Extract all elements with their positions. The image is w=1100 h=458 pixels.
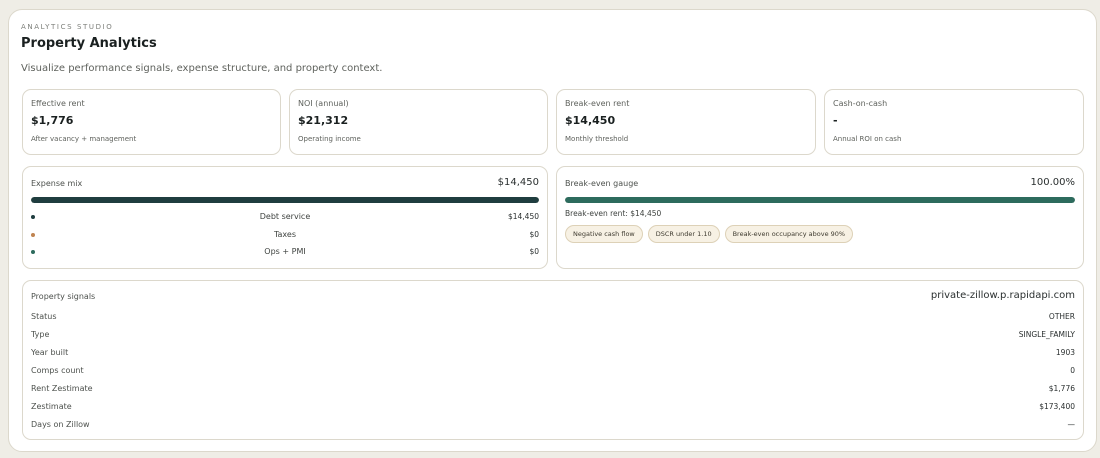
break-even-gauge-bar [565, 197, 1075, 203]
kpi-value: $21,312 [298, 114, 349, 127]
kpi-note: Monthly threshold [565, 135, 629, 143]
signal-row-rent-zestimate: Rent Zestimate $1,776 [31, 384, 1075, 398]
kpi-label: Break-even rent [565, 99, 630, 108]
kpi-value: - [833, 114, 838, 127]
kpi-label: NOI (annual) [298, 99, 349, 108]
signal-key: Comps count [31, 366, 84, 375]
signal-key: Rent Zestimate [31, 384, 93, 393]
break-even-gauge-card: Break-even gauge 100.00% Break-even rent… [556, 166, 1084, 269]
signal-key: Year built [31, 348, 69, 357]
page-subtitle: Visualize performance signals, expense s… [21, 63, 383, 74]
signal-value: $173,400 [1039, 402, 1075, 411]
signal-row-comps-count: Comps count 0 [31, 366, 1075, 380]
section-eyebrow: ANALYTICS STUDIO [21, 23, 114, 31]
expense-item-debt-service: Debt service $14,450 [31, 212, 539, 224]
kpi-note: Operating income [298, 135, 361, 143]
signal-value: OTHER [1048, 312, 1075, 321]
signal-row-type: Type SINGLE_FAMILY [31, 330, 1075, 344]
risk-chip-list: Negative cash flow DSCR under 1.10 Break… [565, 225, 854, 243]
signal-value: — [1067, 420, 1076, 429]
expense-item-amount: $14,450 [507, 212, 539, 221]
signal-value: 1903 [1055, 348, 1075, 357]
signal-row-zestimate: Zestimate $173,400 [31, 402, 1075, 416]
expense-item-name: Taxes [273, 230, 297, 239]
expense-mix-bar [31, 197, 539, 203]
expense-mix-total: $14,450 [497, 177, 539, 188]
expense-item-taxes: Taxes $0 [31, 230, 539, 242]
kpi-value: $14,450 [565, 114, 616, 127]
signal-key: Status [31, 312, 57, 321]
signal-key: Type [31, 330, 50, 339]
kpi-note: After vacancy + management [31, 135, 137, 143]
expense-mix-bar-fill [31, 197, 539, 203]
risk-chip: Negative cash flow [565, 225, 643, 243]
property-signals-label: Property signals [31, 292, 96, 301]
signal-row-year-built: Year built 1903 [31, 348, 1075, 362]
data-source: private-zillow.p.rapidapi.com [930, 290, 1075, 301]
break-even-gauge-fill [565, 197, 1075, 203]
expense-item-name: Debt service [259, 212, 311, 221]
kpi-note: Annual ROI on cash [833, 135, 902, 143]
break-even-gauge-percent: 100.00% [1030, 177, 1076, 188]
kpi-label: Cash-on-cash [833, 99, 888, 108]
signal-value: $1,776 [1048, 384, 1075, 393]
signal-value: 0 [1070, 366, 1075, 375]
analytics-studio-panel: ANALYTICS STUDIO Property Analytics Visu… [8, 9, 1097, 452]
expense-mix-label: Expense mix [31, 179, 83, 188]
page-title: Property Analytics [21, 36, 157, 51]
expense-mix-card: Expense mix $14,450 Debt service $14,450… [22, 166, 548, 269]
kpi-card-cash-on-cash: Cash-on-cash - Annual ROI on cash [824, 89, 1084, 155]
risk-chip: DSCR under 1.10 [647, 225, 720, 243]
kpi-card-effective-rent: Effective rent $1,776 After vacancy + ma… [22, 89, 281, 155]
kpi-card-break-even-rent: Break-even rent $14,450 Monthly threshol… [556, 89, 816, 155]
expense-item-name: Ops + PMI [264, 247, 306, 256]
signal-key: Zestimate [31, 402, 72, 411]
signal-row-status: Status OTHER [31, 312, 1075, 326]
expense-item-amount: $0 [529, 247, 539, 256]
signal-row-days-on-zillow: Days on Zillow — [31, 420, 1075, 434]
kpi-card-noi: NOI (annual) $21,312 Operating income [289, 89, 548, 155]
kpi-label: Effective rent [31, 99, 85, 108]
signal-key: Days on Zillow [31, 420, 90, 429]
property-signals-card: Property signals private-zillow.p.rapida… [22, 280, 1084, 440]
kpi-value: $1,776 [31, 114, 74, 127]
break-even-rent-note: Break-even rent: $14,450 [565, 209, 662, 218]
risk-chip: Break-even occupancy above 90% [724, 225, 854, 243]
expense-item-ops-pmi: Ops + PMI $0 [31, 247, 539, 259]
break-even-gauge-label: Break-even gauge [565, 179, 639, 188]
expense-item-amount: $0 [529, 230, 539, 239]
signal-value: SINGLE_FAMILY [1018, 330, 1075, 339]
